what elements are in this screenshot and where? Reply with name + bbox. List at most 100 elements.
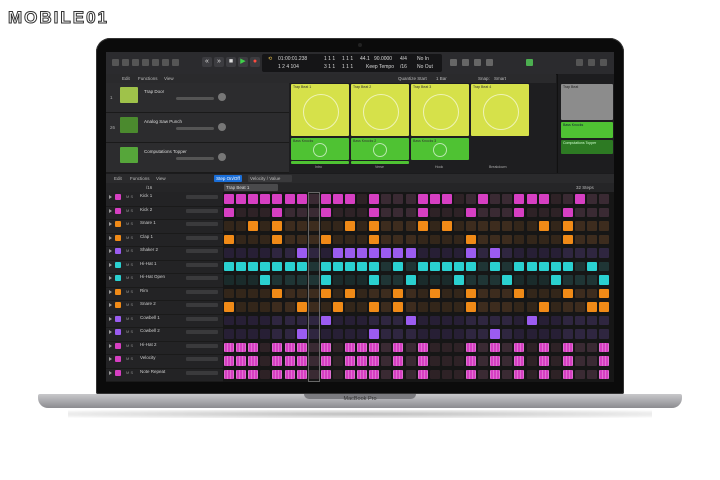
step-cell[interactable] xyxy=(357,194,368,204)
step-cell[interactable] xyxy=(260,194,271,204)
step-cell[interactable] xyxy=(466,248,477,258)
step-cell[interactable] xyxy=(599,329,610,339)
step-cell[interactable] xyxy=(236,261,247,271)
step-cell[interactable] xyxy=(599,288,610,298)
step-cell[interactable] xyxy=(393,207,404,217)
step-cell[interactable] xyxy=(574,194,585,204)
step-cell[interactable] xyxy=(332,288,343,298)
step-cell[interactable] xyxy=(599,248,610,258)
step-cell[interactable] xyxy=(260,275,271,285)
step-cell[interactable] xyxy=(272,221,283,231)
master-volume-icon[interactable] xyxy=(526,59,533,66)
step-cell[interactable] xyxy=(236,342,247,352)
step-cell[interactable] xyxy=(405,248,416,258)
editors-icon[interactable] xyxy=(172,59,179,66)
step-cell[interactable] xyxy=(248,369,259,379)
step-cell[interactable] xyxy=(236,248,247,258)
step-cell[interactable] xyxy=(441,261,452,271)
step-cell[interactable] xyxy=(405,288,416,298)
step-cell[interactable] xyxy=(332,261,343,271)
step-cell[interactable] xyxy=(296,261,307,271)
inspector-icon[interactable] xyxy=(122,59,129,66)
menu-edit[interactable]: Edit xyxy=(122,74,130,83)
step-cell[interactable] xyxy=(526,302,537,312)
step-cell[interactable] xyxy=(369,369,380,379)
step-cell[interactable] xyxy=(320,207,331,217)
step-cell[interactable] xyxy=(345,248,356,258)
step-cell[interactable] xyxy=(490,356,501,366)
steps-count[interactable]: 32 Steps xyxy=(576,183,594,192)
mute-solo[interactable]: M S xyxy=(126,370,133,375)
step-cell[interactable] xyxy=(332,194,343,204)
step-cell[interactable] xyxy=(514,315,525,325)
step-cell[interactable] xyxy=(248,315,259,325)
step-cell[interactable] xyxy=(224,207,235,217)
step-cell[interactable] xyxy=(248,194,259,204)
step-cell[interactable] xyxy=(224,234,235,244)
step-cell[interactable] xyxy=(332,234,343,244)
step-row[interactable]: M S Rim xyxy=(106,287,223,301)
step-cell[interactable] xyxy=(284,261,295,271)
step-cell[interactable] xyxy=(429,329,440,339)
step-cell[interactable] xyxy=(284,207,295,217)
live-loop-cell[interactable]: Trap Beat 2 xyxy=(351,84,409,136)
step-cell[interactable] xyxy=(453,248,464,258)
step-cell[interactable] xyxy=(514,302,525,312)
step-cell[interactable] xyxy=(526,329,537,339)
disclosure-triangle-icon[interactable] xyxy=(109,276,112,280)
step-cell[interactable] xyxy=(550,194,561,204)
disclosure-triangle-icon[interactable] xyxy=(109,343,112,348)
step-cell[interactable] xyxy=(224,329,235,339)
step-cell[interactable] xyxy=(381,369,392,379)
step-cell[interactable] xyxy=(562,315,573,325)
step-cell[interactable] xyxy=(538,302,549,312)
step-cell[interactable] xyxy=(369,234,380,244)
disclosure-triangle-icon[interactable] xyxy=(109,208,112,213)
step-cell[interactable] xyxy=(345,288,356,298)
disclosure-triangle-icon[interactable] xyxy=(109,249,112,253)
step-cell[interactable] xyxy=(296,329,307,339)
step-cell[interactable] xyxy=(502,221,513,231)
step-cell[interactable] xyxy=(514,369,525,379)
step-cell[interactable] xyxy=(574,207,585,217)
step-cell[interactable] xyxy=(296,234,307,244)
step-cell[interactable] xyxy=(345,369,356,379)
step-cell[interactable] xyxy=(260,261,271,271)
step-cell[interactable] xyxy=(538,275,549,285)
step-cell[interactable] xyxy=(562,288,573,298)
step-cell[interactable] xyxy=(417,221,428,231)
step-cell[interactable] xyxy=(224,342,235,352)
step-cell[interactable] xyxy=(502,302,513,312)
step-cell[interactable] xyxy=(538,356,549,366)
step-cell[interactable] xyxy=(538,207,549,217)
step-cell[interactable] xyxy=(272,369,283,379)
step-cell[interactable] xyxy=(272,288,283,298)
step-cell[interactable] xyxy=(466,221,477,231)
lcd-display[interactable]: ⟲ 01:00:01.238 1 2 4 104 1 1 1 3 1 1 1 1… xyxy=(262,54,442,72)
step-cell[interactable] xyxy=(478,221,489,231)
step-cell[interactable] xyxy=(332,369,343,379)
step-cell[interactable] xyxy=(320,248,331,258)
step-cell[interactable] xyxy=(284,315,295,325)
step-cell[interactable] xyxy=(417,248,428,258)
step-cell[interactable] xyxy=(490,221,501,231)
disclosure-triangle-icon[interactable] xyxy=(109,303,112,307)
step-cell[interactable] xyxy=(502,356,513,366)
step-cell[interactable] xyxy=(587,234,598,244)
row-controls[interactable] xyxy=(186,208,218,213)
row-controls[interactable] xyxy=(186,357,218,361)
step-cell[interactable] xyxy=(296,356,307,366)
step-cell[interactable] xyxy=(393,288,404,298)
step-cell[interactable] xyxy=(514,194,525,204)
step-cell[interactable] xyxy=(224,302,235,312)
step-cell[interactable] xyxy=(381,261,392,271)
step-cell[interactable] xyxy=(490,369,501,379)
step-row[interactable]: M S Cowbell 2 xyxy=(106,327,223,342)
volume-fader[interactable] xyxy=(176,97,214,100)
step-cell[interactable] xyxy=(599,342,610,352)
mute-solo[interactable]: M S xyxy=(126,262,133,267)
step-cell[interactable] xyxy=(599,275,610,285)
step-cell[interactable] xyxy=(599,194,610,204)
step-cell[interactable] xyxy=(332,302,343,312)
step-cell[interactable] xyxy=(478,342,489,352)
